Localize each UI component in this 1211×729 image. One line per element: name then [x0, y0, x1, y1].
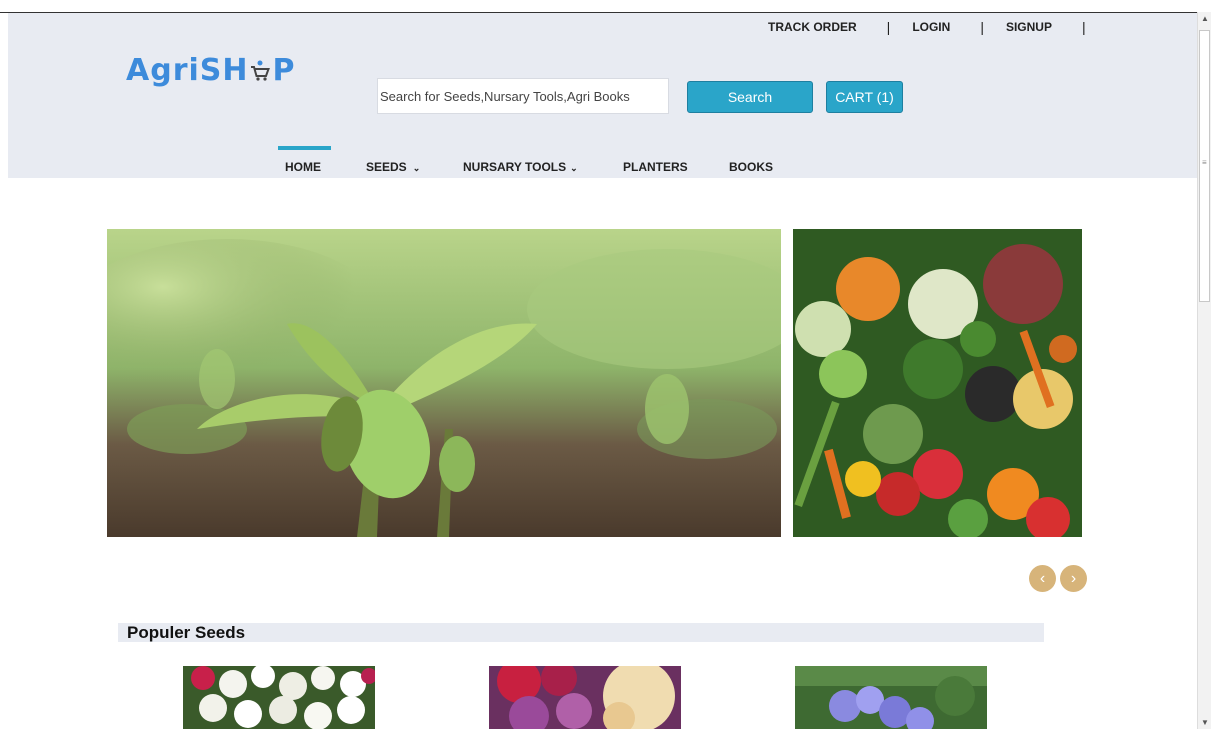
nav-label: PLANTERS	[623, 160, 688, 174]
nav-label: BOOKS	[729, 160, 774, 174]
nav-label: SEEDS	[366, 160, 407, 174]
site-header: TRACK ORDER | LOGIN | SIGNUP | AgriSH P S…	[8, 13, 1197, 178]
nav-nursary-tools[interactable]: NURSARY TOOLS ⌄	[463, 160, 578, 174]
nav-label: HOME	[285, 160, 321, 174]
logo[interactable]: AgriSH P	[126, 53, 295, 88]
login-link[interactable]: LOGIN	[912, 20, 950, 34]
separator: |	[980, 19, 984, 35]
nav-planters[interactable]: PLANTERS	[623, 160, 688, 174]
logo-cart-icon	[249, 55, 271, 81]
top-links: TRACK ORDER | LOGIN | SIGNUP |	[768, 19, 1108, 35]
scroll-down-icon[interactable]: ▼	[1201, 718, 1209, 727]
slider-next-button[interactable]: ›	[1060, 565, 1087, 592]
search-input[interactable]	[377, 78, 669, 114]
vertical-scrollbar[interactable]: ▲ ≡ ▼	[1197, 12, 1211, 729]
nav-home[interactable]: HOME	[285, 160, 321, 174]
nav-seeds[interactable]: SEEDS ⌄	[366, 160, 420, 174]
signup-link[interactable]: SIGNUP	[1006, 20, 1052, 34]
active-indicator	[278, 146, 331, 150]
search-button[interactable]: Search	[687, 81, 813, 113]
chevron-right-icon: ›	[1070, 569, 1077, 587]
slider-image-seedlings[interactable]	[107, 229, 781, 537]
logo-text: AgriSH	[126, 53, 249, 88]
slider-prev-button[interactable]: ‹	[1029, 565, 1056, 592]
chevron-down-icon: ⌄	[412, 163, 421, 173]
chevron-left-icon: ‹	[1039, 569, 1046, 587]
chevron-down-icon: ⌄	[570, 163, 578, 173]
slider-image-vegetables[interactable]	[793, 229, 1082, 537]
nav-label: NURSARY TOOLS	[463, 160, 567, 174]
main-nav: HOME SEEDS ⌄ NURSARY TOOLS ⌄ PLANTERS BOOK…	[8, 146, 1197, 178]
section-header: Populer Seeds	[118, 623, 1044, 642]
product-thumbnail[interactable]	[183, 666, 375, 729]
nav-books[interactable]: BOOKS	[729, 160, 773, 174]
product-thumbnail[interactable]	[795, 666, 987, 729]
scroll-grip-icon: ≡	[1202, 158, 1207, 167]
section-title: Populer Seeds	[127, 623, 246, 642]
product-thumbnail[interactable]	[489, 666, 681, 729]
track-order-link[interactable]: TRACK ORDER	[768, 20, 857, 34]
cart-button[interactable]: CART (1)	[826, 81, 903, 113]
separator: |	[886, 19, 891, 35]
scroll-up-icon[interactable]: ▲	[1201, 14, 1209, 23]
logo-text: P	[272, 53, 296, 88]
separator: |	[1081, 19, 1086, 35]
